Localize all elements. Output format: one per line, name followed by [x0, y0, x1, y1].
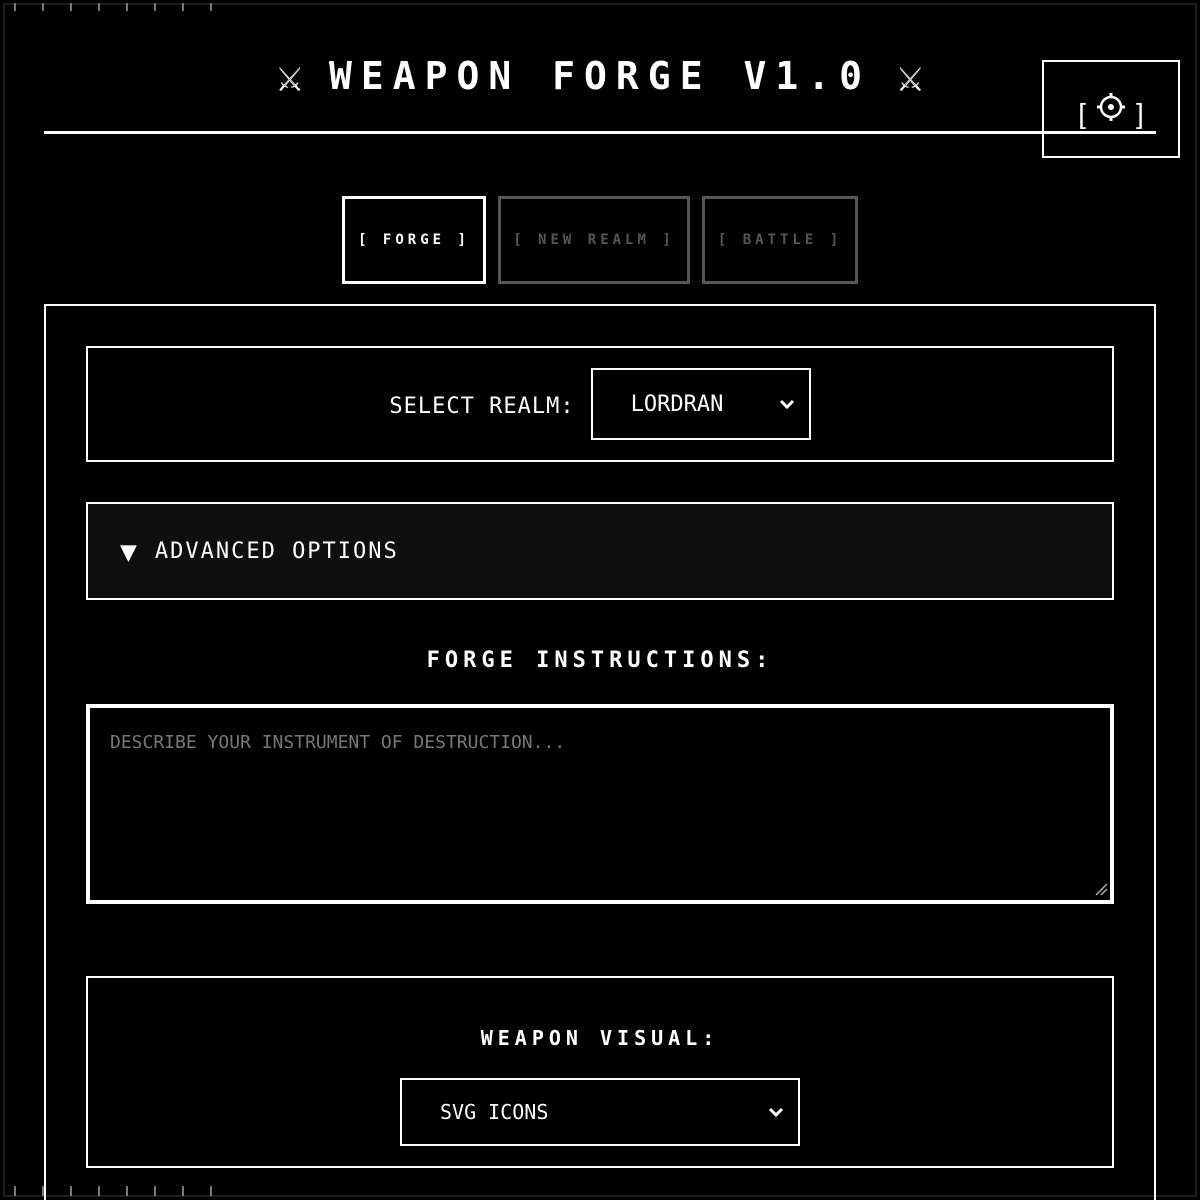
weapon-visual-selected-value: SVG ICONS	[440, 1100, 549, 1124]
weapon-visual-select[interactable]: SVG ICONS	[400, 1078, 800, 1146]
weapon-visual-section: WEAPON VISUAL: SVG ICONS	[86, 976, 1114, 1168]
chevron-down-icon	[779, 399, 794, 410]
tab-bar: [ FORGE ] [ NEW REALM ] [ BATTLE ]	[0, 196, 1200, 284]
advanced-options-toggle[interactable]: ▼ ADVANCED OPTIONS	[86, 502, 1114, 600]
settings-button[interactable]: [ ]	[1042, 60, 1180, 158]
top-tick-marks	[14, 3, 212, 11]
crossed-swords-icon: ⚔	[896, 50, 924, 102]
realm-select[interactable]: LORDRAN	[590, 368, 811, 440]
realm-section: SELECT REALM: LORDRAN	[86, 346, 1114, 462]
page-title: ⚔ WEAPON FORGE V1.0 ⚔	[0, 48, 1200, 104]
page-title-text: WEAPON FORGE V1.0	[329, 54, 871, 98]
weapon-visual-label: WEAPON VISUAL:	[480, 1026, 720, 1050]
tab-forge[interactable]: [ FORGE ]	[342, 196, 486, 284]
forge-instructions-input[interactable]	[86, 704, 1114, 904]
settings-bracket-left: [	[1078, 98, 1086, 129]
forge-instructions-label: FORGE INSTRUCTIONS:	[426, 648, 774, 673]
title-divider	[44, 131, 1156, 134]
chevron-down-icon	[768, 1107, 784, 1118]
tab-new-realm[interactable]: [ NEW REALM ]	[498, 196, 690, 284]
triangle-down-icon: ▼	[120, 534, 137, 568]
realm-selected-value: LORDRAN	[630, 391, 724, 417]
realm-label: SELECT REALM:	[389, 393, 575, 419]
gear-icon	[1096, 92, 1126, 130]
crossed-swords-icon: ⚔	[276, 50, 304, 102]
tab-battle[interactable]: [ BATTLE ]	[702, 196, 858, 284]
advanced-options-label: ADVANCED OPTIONS	[154, 538, 399, 564]
settings-bracket-right: ]	[1136, 98, 1144, 129]
resize-handle-icon[interactable]	[1094, 882, 1108, 896]
